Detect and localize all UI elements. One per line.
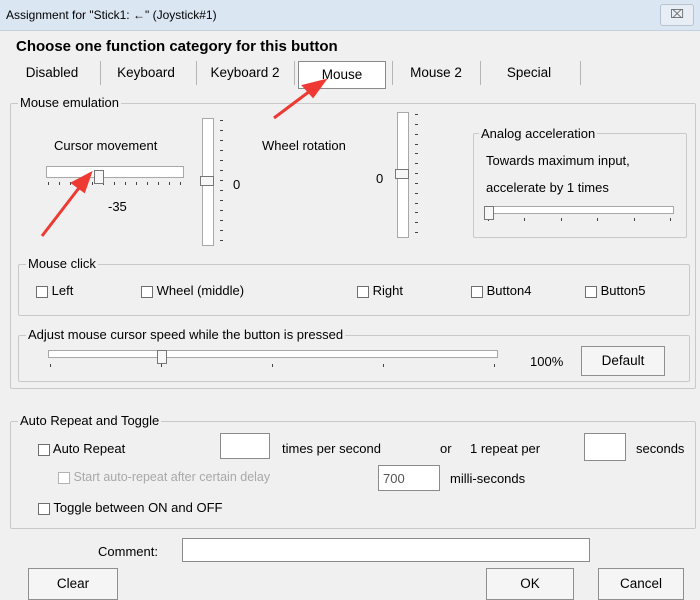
arrow-to-mouse-tab [273, 78, 328, 120]
annotation-arrows [40, 78, 328, 237]
arrow-to-cursor-slider [40, 170, 93, 237]
